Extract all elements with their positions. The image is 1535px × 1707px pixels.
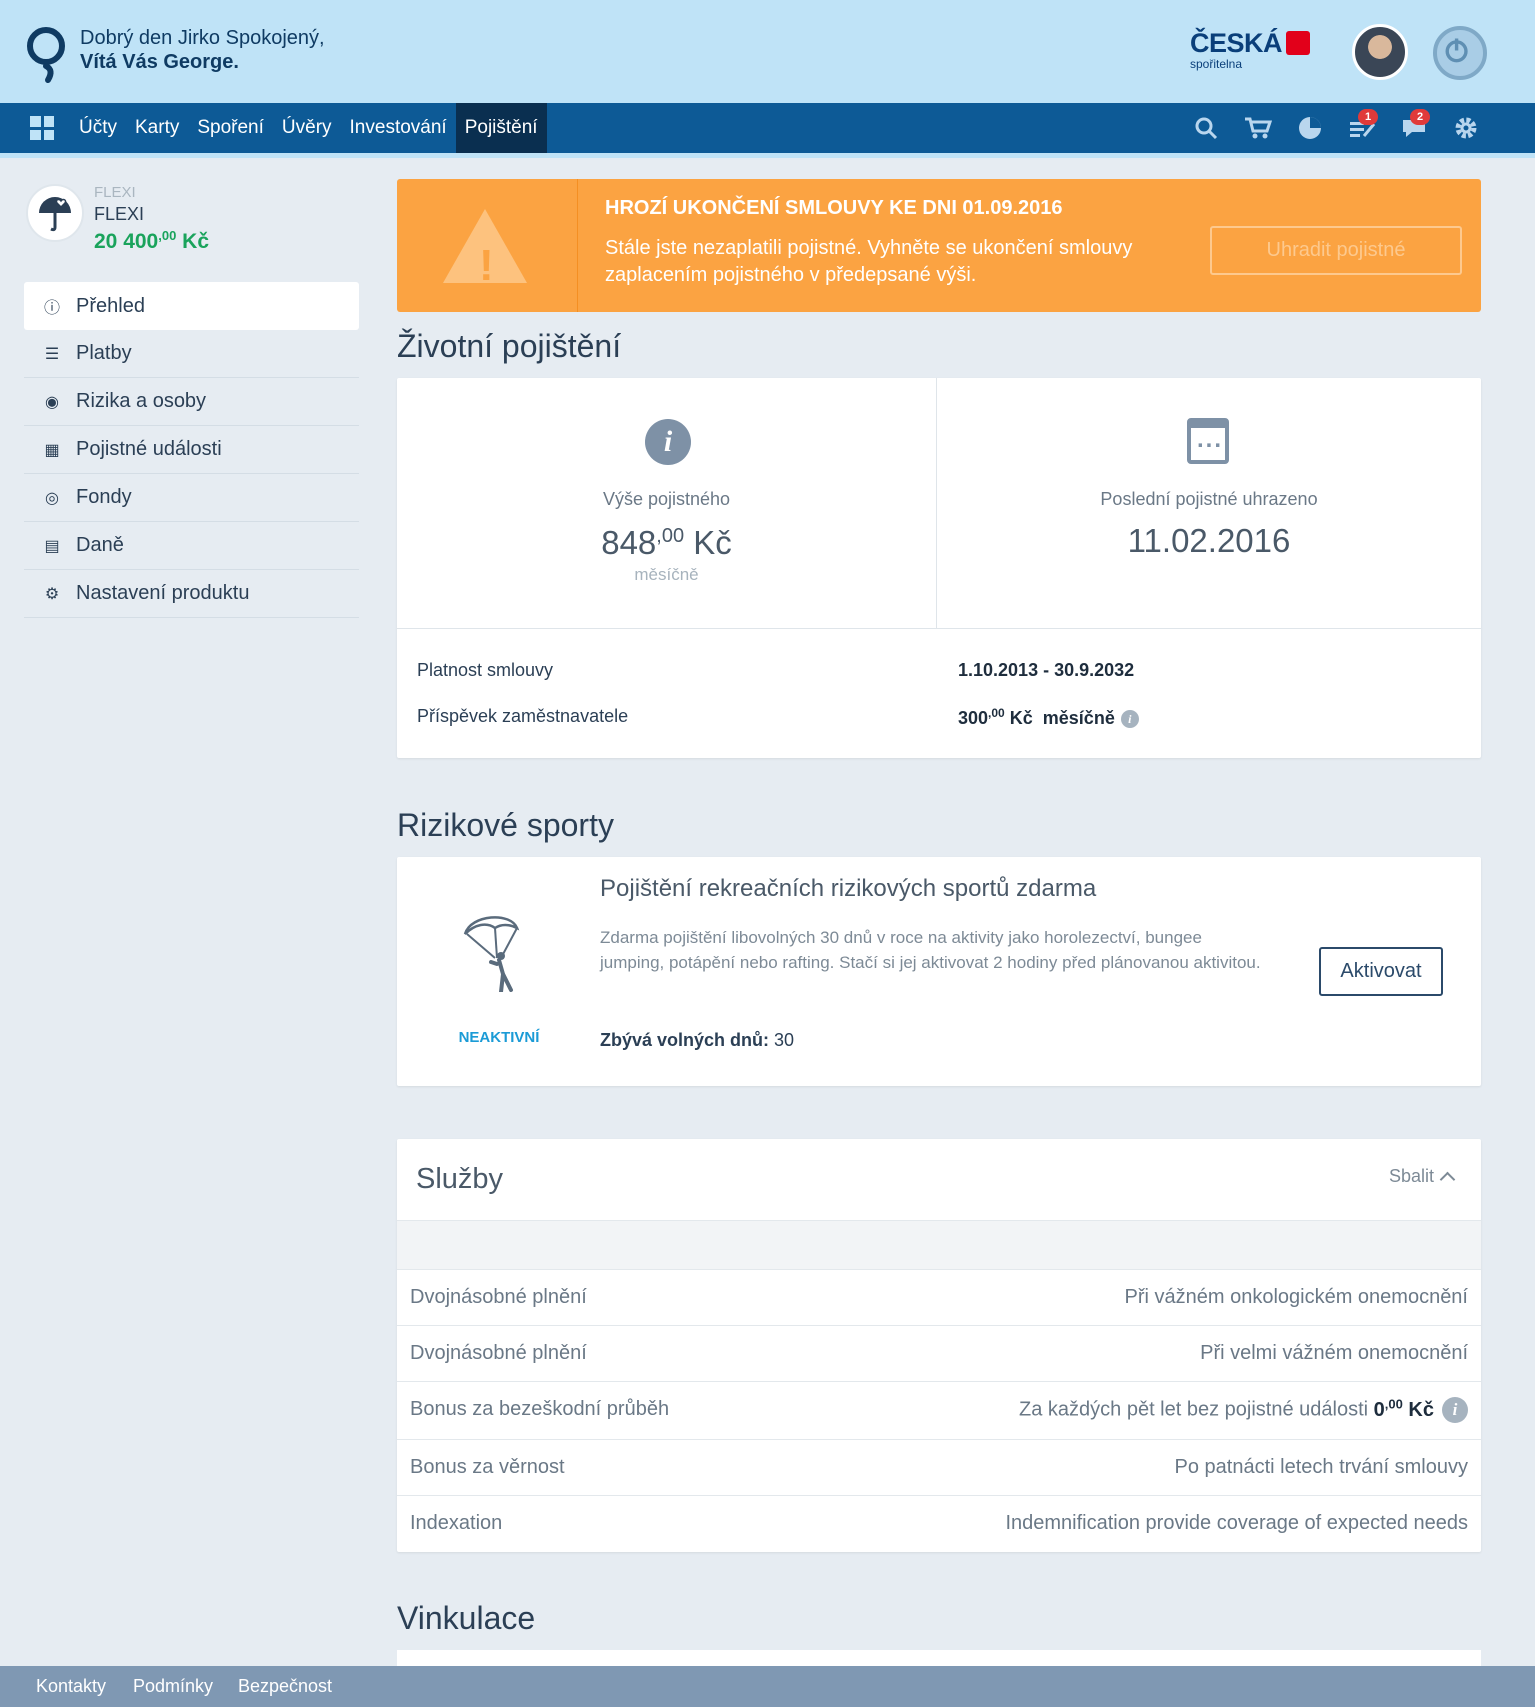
list-icon: ☰ bbox=[44, 345, 60, 363]
risk-sports-heading: Rizikové sporty bbox=[397, 807, 614, 843]
avatar[interactable] bbox=[1352, 24, 1408, 80]
contract-termination-alert: ! HROZÍ UKONČENÍ SMLOUVY KE DNI 01.09.20… bbox=[397, 179, 1481, 312]
calendar-icon: ▦ bbox=[44, 441, 60, 459]
nav-item-investovani[interactable]: Investování bbox=[341, 103, 456, 153]
messages-badge: 2 bbox=[1410, 109, 1430, 125]
nav-item-sporeni[interactable]: Spoření bbox=[188, 103, 273, 153]
employer-value: 300,00 Kč měsíčně i bbox=[958, 706, 1139, 729]
umbrella-icon bbox=[26, 184, 84, 242]
fund-icon: ◎ bbox=[45, 489, 59, 507]
sidebar-item-prehled[interactable]: ⓘ Přehled bbox=[24, 282, 359, 330]
validity-label: Platnost smlouvy bbox=[417, 660, 554, 680]
services-card: Služby Sbalit Dvojnásobné plnění Při váž… bbox=[397, 1139, 1481, 1552]
main-nav: Účty Karty Spoření Úvěry Investování Poj… bbox=[0, 103, 1535, 153]
gear-icon[interactable] bbox=[1440, 103, 1492, 153]
service-row: Dvojnásobné plnění Při vážném onkologick… bbox=[397, 1270, 1481, 1326]
vinkulace-heading: Vinkulace bbox=[397, 1600, 536, 1636]
person-icon: ◉ bbox=[45, 393, 59, 411]
tax-icon: ▤ bbox=[44, 537, 60, 555]
product-name: FLEXI bbox=[94, 204, 145, 224]
greeting: Dobrý den Jirko Spokojený, Vítá Vás Geor… bbox=[80, 26, 325, 74]
nav-item-uvery[interactable]: Úvěry bbox=[273, 103, 341, 153]
vinkulace-card bbox=[397, 1650, 1481, 1666]
pie-chart-icon[interactable] bbox=[1284, 103, 1336, 153]
nav-item-karty[interactable]: Karty bbox=[126, 103, 188, 153]
calendar-icon bbox=[1187, 418, 1229, 464]
activate-button[interactable]: Aktivovat bbox=[1319, 947, 1443, 996]
top-bar: Dobrý den Jirko Spokojený, Vítá Vás Geor… bbox=[0, 0, 1535, 103]
sports-status: NEAKTIVNÍ bbox=[458, 1029, 540, 1046]
life-insurance-card: i Výše pojistného 848,00 Kč měsíčně Posl… bbox=[397, 378, 1481, 758]
bank-logo: ČESKÁ spořitelna bbox=[1190, 28, 1311, 71]
premium-period: měsíčně bbox=[634, 565, 699, 584]
risk-sports-card: NEAKTIVNÍ Pojištění rekreačních rizikový… bbox=[397, 857, 1481, 1086]
nav-item-ucty[interactable]: Účty bbox=[70, 103, 126, 153]
tasks-icon[interactable]: 1 bbox=[1336, 103, 1388, 153]
sidebar-item-udalosti[interactable]: ▦ Pojistné události bbox=[24, 426, 359, 474]
premium-amount: 848,00 Kč bbox=[601, 524, 732, 561]
settings-icon: ⚙ bbox=[44, 585, 60, 603]
footer-link-podminky[interactable]: Podmínky bbox=[133, 1666, 213, 1707]
service-row: Bonus za věrnost Po patnácti letech trvá… bbox=[397, 1440, 1481, 1496]
info-icon: ⓘ bbox=[43, 300, 60, 317]
alert-title: HROZÍ UKONČENÍ SMLOUVY KE DNI 01.09.2016 bbox=[605, 197, 1063, 219]
nav-stripe bbox=[0, 153, 1535, 158]
sidebar-item-fondy[interactable]: ◎ Fondy bbox=[24, 474, 359, 522]
power-icon[interactable] bbox=[1433, 26, 1487, 80]
services-heading: Služby bbox=[416, 1163, 504, 1195]
cart-icon[interactable] bbox=[1232, 103, 1284, 153]
sidebar-item-nastaveni[interactable]: ⚙ Nastavení produktu bbox=[24, 570, 359, 618]
info-icon: i bbox=[645, 419, 691, 465]
search-icon[interactable] bbox=[1180, 103, 1232, 153]
tasks-badge: 1 bbox=[1358, 109, 1378, 125]
bonus-info-icon[interactable]: i bbox=[1442, 1397, 1468, 1424]
last-paid-date: 11.02.2016 bbox=[1127, 522, 1291, 559]
alert-text: Stále jste nezaplatili pojistné. Vyhněte… bbox=[605, 237, 1133, 286]
sports-title: Pojištění rekreačních rizikových sportů … bbox=[600, 875, 1097, 902]
product-type: FLEXI bbox=[94, 184, 136, 201]
side-menu: ⓘ Přehled ☰ Platby ◉ Rizika a osoby ▦ Pojist… bbox=[24, 282, 359, 618]
validity-value: 1.10.2013 - 30.9.2032 bbox=[958, 660, 1135, 680]
sidebar-item-rizika[interactable]: ◉ Rizika a osoby bbox=[24, 378, 359, 426]
bank-name: ČESKÁ bbox=[1190, 28, 1283, 58]
greeting-line2: Vítá Vás George. bbox=[80, 51, 239, 73]
parachute-icon bbox=[463, 916, 520, 992]
premium-label: Výše pojistného bbox=[602, 489, 731, 509]
bank-sub: spořitelna bbox=[1190, 57, 1243, 71]
dashboard-grid-icon[interactable] bbox=[30, 116, 54, 140]
product-amount: 20 400,00 Kč bbox=[94, 228, 210, 253]
sidebar-item-platby[interactable]: ☰ Platby bbox=[24, 330, 359, 378]
employer-label: Příspěvek zaměstnavatele bbox=[417, 706, 629, 726]
greeting-line1: Dobrý den Jirko Spokojený, bbox=[80, 27, 325, 49]
sidebar-item-dane[interactable]: ▤ Daně bbox=[24, 522, 359, 570]
sports-description: Zdarma pojištění libovolných 30 dnů v ro… bbox=[600, 928, 1261, 972]
life-insurance-heading: Životní pojištění bbox=[397, 328, 622, 364]
footer-link-kontakty[interactable]: Kontakty bbox=[36, 1666, 106, 1707]
pay-premium-button[interactable]: Uhradit pojistné bbox=[1210, 226, 1462, 275]
messages-icon[interactable]: 2 bbox=[1388, 103, 1440, 153]
service-row: Indexation Indemnification provide cover… bbox=[410, 1512, 1468, 1534]
footer: Kontakty Podmínky Bezpečnost bbox=[0, 1666, 1535, 1707]
last-paid-label: Poslední pojistné uhrazeno bbox=[1100, 489, 1318, 509]
nav-item-pojisteni[interactable]: Pojištění bbox=[455, 103, 547, 153]
collapse-toggle[interactable]: Sbalit bbox=[1389, 1166, 1456, 1188]
employer-info-icon[interactable]: i bbox=[1120, 710, 1139, 729]
free-days: Zbývá volných dnů: 30 bbox=[600, 1030, 795, 1050]
bank-logo-icon bbox=[1286, 31, 1311, 55]
service-row: Dvojnásobné plnění Při velmi vážném onem… bbox=[397, 1326, 1481, 1382]
service-row: Bonus za bezeškodní průběh Za každých pě… bbox=[397, 1382, 1481, 1440]
george-logo-icon[interactable] bbox=[24, 24, 68, 86]
chevron-up-icon bbox=[1439, 1171, 1456, 1188]
footer-link-bezpecnost[interactable]: Bezpečnost bbox=[238, 1666, 332, 1707]
